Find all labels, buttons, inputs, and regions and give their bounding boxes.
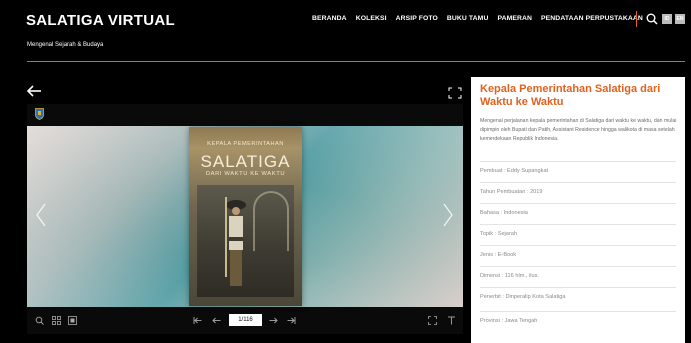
meta-dimensi: Dimensi : 116 hlm., ilus. [480, 266, 676, 287]
header-divider [27, 61, 685, 62]
book-cover-header: KEPALA PEMERINTAHAN [207, 141, 284, 147]
lang-id-button[interactable]: ID [662, 14, 672, 24]
meta-jenis: Jenis : E-Book [480, 245, 676, 266]
zoom-icon[interactable] [35, 316, 44, 325]
previous-page-icon[interactable] [212, 316, 221, 325]
single-page-icon[interactable] [68, 316, 77, 325]
nav-item-beranda[interactable]: BERANDA [312, 15, 347, 22]
meta-bahasa: Bahasa : Indonesia [480, 203, 676, 224]
back-arrow-icon[interactable] [26, 84, 42, 98]
book-cover[interactable]: KEPALA PEMERINTAHAN SALATIGA DARI WAKTU … [189, 127, 302, 306]
brand-logo-text[interactable]: SALATIGA VIRTUAL [26, 12, 175, 29]
page-subtitle: Mengenal Sejarah & Budaya [27, 42, 104, 48]
city-emblem-icon [35, 108, 44, 120]
text-tool-icon[interactable] [447, 316, 456, 325]
nav-divider [636, 11, 637, 27]
meta-pembuat: Pembuat : Eddy Supangkat [480, 161, 676, 182]
last-page-icon[interactable] [287, 316, 296, 325]
main-nav: BERANDA KOLEKSI ARSIP FOTO BUKU TAMU PAM… [312, 15, 643, 22]
book-cover-figure [225, 197, 246, 286]
book-cover-title: SALATIGA [200, 152, 291, 171]
nav-item-arsip-foto[interactable]: ARSIP FOTO [396, 15, 438, 22]
panel-description: Mengenal perjalanan kepala pemerintahan … [480, 118, 677, 142]
next-page-arrow-icon[interactable] [443, 203, 453, 227]
meta-topik: Topik : Sejarah [480, 224, 676, 245]
previous-page-arrow-icon[interactable] [36, 203, 46, 227]
nav-item-pendataan-perpustakaan[interactable]: PENDATAAN PERPUSTAKAAN [541, 15, 643, 22]
viewer-top-bar [27, 104, 463, 126]
panel-title: Kepala Pemerintahan Salatiga dari Waktu … [480, 83, 661, 108]
next-page-icon[interactable] [269, 316, 278, 325]
nav-item-koleksi[interactable]: KOLEKSI [356, 15, 387, 22]
meta-tahun: Tahun Pembuatan : 2019 [480, 182, 676, 203]
toolbar-fullscreen-icon[interactable] [428, 316, 437, 325]
fullscreen-icon[interactable] [448, 87, 462, 99]
book-cover-arch [253, 191, 289, 251]
nav-item-pameran[interactable]: PAMERAN [497, 15, 532, 22]
search-icon[interactable] [646, 13, 658, 25]
book-cover-subtitle: DARI WAKTU KE WAKTU [205, 171, 286, 177]
lang-en-button[interactable]: EN [675, 14, 685, 24]
nav-item-buku-tamu[interactable]: BUKU TAMU [447, 15, 489, 22]
first-page-icon[interactable] [193, 316, 202, 325]
thumbnails-grid-icon[interactable] [52, 316, 61, 325]
meta-penerbit: Penerbit : Dinperalip Kota Salatiga [480, 287, 676, 308]
meta-provinsi: Provinsi : Jawa Tengah [480, 311, 676, 332]
page-indicator-input[interactable]: 1/116 [229, 314, 262, 326]
